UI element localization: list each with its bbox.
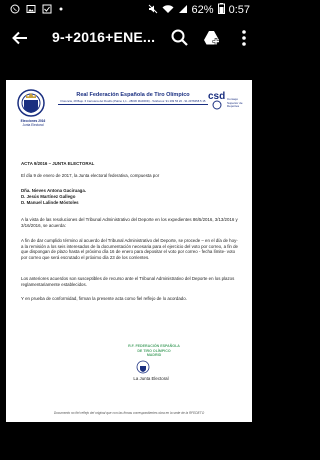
acta-title: ACTA 9/2016 – JUNTA ELECTORAL <box>21 161 95 166</box>
svg-text:csd: csd <box>208 91 225 102</box>
back-arrow-icon[interactable] <box>10 28 30 48</box>
whatsapp-icon <box>10 4 20 17</box>
navigation-bar <box>0 440 258 460</box>
right-logo-caption-line: Deportes <box>227 104 240 109</box>
header-title: Real Federación Española de Tiro Olímpic… <box>76 92 190 98</box>
stamp-line: MADRID <box>146 353 162 358</box>
header-address: Florencia, 28 Bajo. 6 Carretera del Rosi… <box>60 99 206 103</box>
mute-icon <box>148 4 158 17</box>
seal-icon <box>136 360 150 374</box>
clock: 0:57 <box>228 4 250 16</box>
paragraph-1: A la vista de las resoluciones del Tribu… <box>21 217 238 228</box>
rfedeto-logo-icon <box>16 88 46 118</box>
member-1: Dña. Nieves Antona Gaciruaga. <box>21 188 86 193</box>
intro-paragraph: El día 9 de enero de 2017, la Junta elec… <box>21 173 160 178</box>
document-title: 9-+2016+ENE... <box>52 29 156 45</box>
battery-icon <box>217 3 225 17</box>
more-vert-icon[interactable] <box>234 28 254 48</box>
member-3: D. Manuel Lalinde Móstoles <box>21 200 79 205</box>
right-logo-caption: Consejo Superior de Deportes <box>227 97 251 109</box>
paragraph-4: Y en prueba de conformidad, firman la pr… <box>21 296 187 301</box>
image-icon <box>26 4 36 17</box>
battery-percent: 62% <box>191 4 214 16</box>
left-logo-caption: Elecciones 2016 Junta Electoral <box>11 119 55 127</box>
header-divider <box>58 104 208 105</box>
document-page[interactable]: Elecciones 2016 Junta Electoral Real Fed… <box>6 80 252 422</box>
app-bar: 9-+2016+ENE... <box>0 20 258 56</box>
paragraph-3: Los anteriores acuerdos son susceptibles… <box>21 276 235 287</box>
signal-icon <box>178 4 188 17</box>
dot-icon <box>58 4 64 17</box>
stamp-line: R.F. FEDERACIÓN ESPAÑOLA <box>128 344 180 348</box>
drive-add-icon[interactable] <box>202 28 222 48</box>
footer-note: Documento no fiel reflejo del original q… <box>53 411 205 415</box>
paragraph-2: A fin de dar cumplido término al acuerdo… <box>21 238 238 260</box>
signature-label: La Junta Electoral <box>133 376 169 381</box>
csd-logo-icon: csd <box>207 86 227 112</box>
wifi-icon <box>162 4 174 17</box>
left-logo-caption-line: Junta Electoral <box>22 123 44 127</box>
system-status: 62% 0:57 <box>148 3 250 17</box>
notification-icons <box>10 4 64 17</box>
status-bar: 62% 0:57 <box>0 0 258 20</box>
member-2: D. Jesús Martínez Gallego <box>21 194 76 199</box>
checkbox-icon <box>42 4 52 17</box>
search-icon[interactable] <box>170 28 190 48</box>
federation-stamp: R.F. FEDERACIÓN ESPAÑOLA DE TIRO OLÍMPIC… <box>124 344 184 358</box>
